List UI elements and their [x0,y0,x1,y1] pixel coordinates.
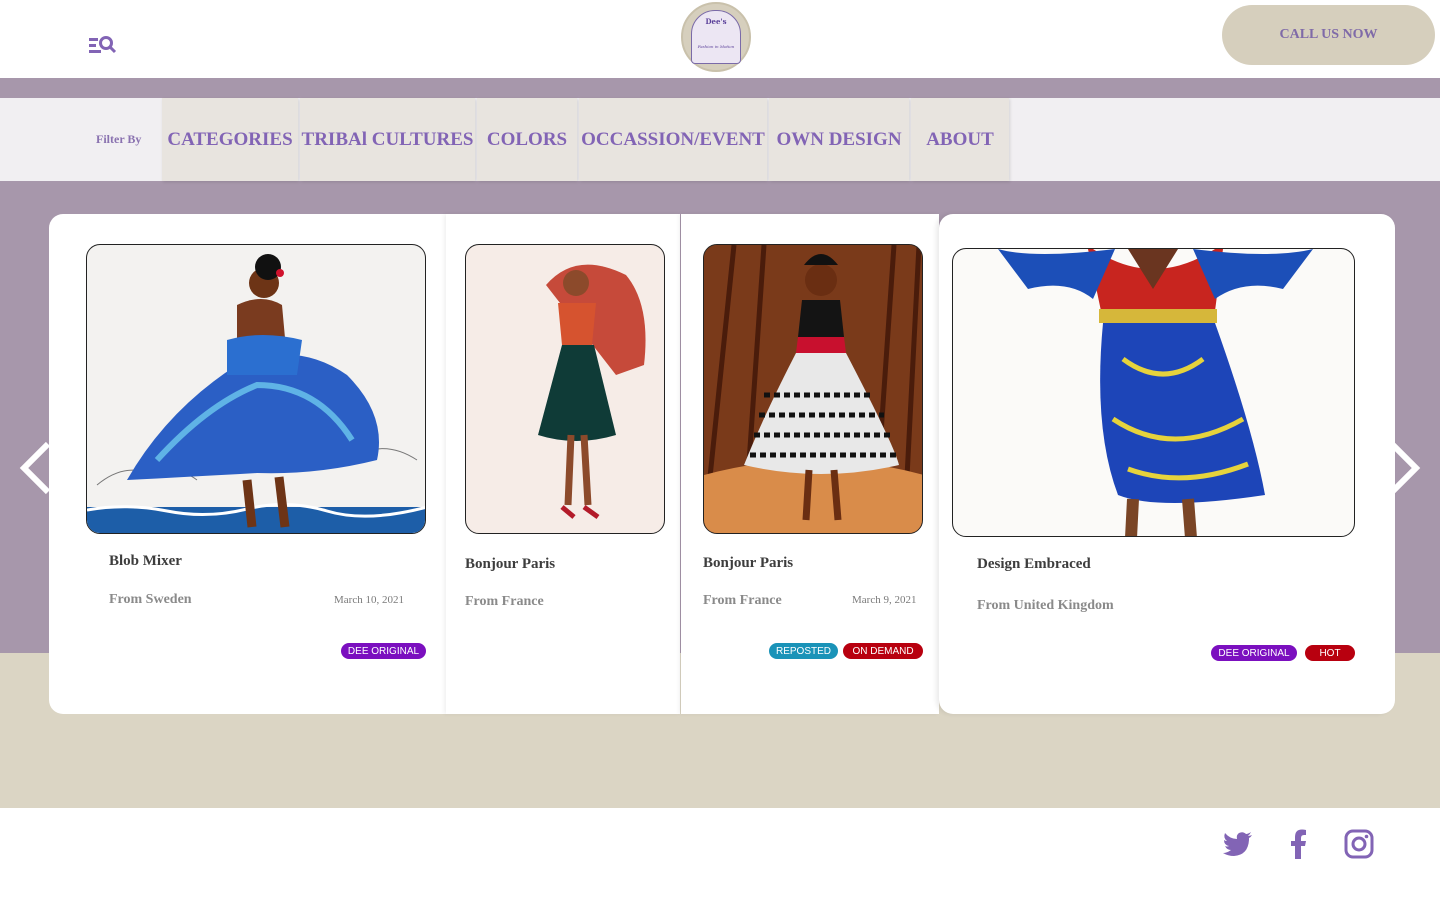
tab-categories[interactable]: CATEGORIES [162,98,298,181]
card-title[interactable]: Bonjour Paris [465,556,555,573]
tab-colors[interactable]: COLORS [477,98,577,181]
logo-title: Dee's [705,17,727,26]
card-date: March 9, 2021 [852,594,917,606]
design-image[interactable] [952,248,1355,537]
card-title[interactable]: Blob Mixer [109,553,182,570]
design-image[interactable] [703,244,923,534]
logo-subtitle: Fashion in Motion [697,44,735,49]
card-date: March 10, 2021 [334,594,404,606]
tab-occasion-event[interactable]: OCCASSION/EVENT [579,98,767,181]
facebook-icon[interactable] [1283,828,1315,860]
badge-reposted: REPOSTED [769,643,838,659]
call-us-button[interactable]: CALL US NOW [1222,5,1435,65]
chevron-right-icon[interactable] [1384,440,1424,496]
menu-search-icon[interactable] [89,34,117,54]
filter-label: Filter By [96,132,142,146]
twitter-icon[interactable] [1222,828,1254,860]
chevron-left-icon[interactable] [16,440,56,496]
instagram-icon[interactable] [1343,828,1375,860]
card-origin: From United Kingdom [977,598,1114,613]
card-origin: From France [703,593,782,608]
logo-emblem: Dee's Fashion in Motion [691,10,741,64]
tab-own-design[interactable]: OWN DESIGN [769,98,909,181]
card-origin: From Sweden [109,592,192,607]
tab-tribal-cultures[interactable]: TRIBAl CULTURES [300,98,475,181]
card-title[interactable]: Design Embraced [977,556,1091,573]
card-origin: From France [465,594,544,609]
design-image[interactable] [465,244,665,534]
site-logo[interactable]: Dee's Fashion in Motion [681,2,751,72]
badge-on-demand: ON DEMAND [843,643,923,659]
design-image[interactable] [86,244,426,534]
badge-hot: HOT [1305,645,1355,661]
site-header: Dee's Fashion in Motion CALL US NOW [0,0,1440,78]
tab-about[interactable]: ABOUT [911,98,1009,181]
badge-dee-original: DEE ORIGINAL [1211,645,1297,661]
card-title[interactable]: Bonjour Paris [703,555,793,572]
badge-dee-original: DEE ORIGINAL [341,643,426,659]
